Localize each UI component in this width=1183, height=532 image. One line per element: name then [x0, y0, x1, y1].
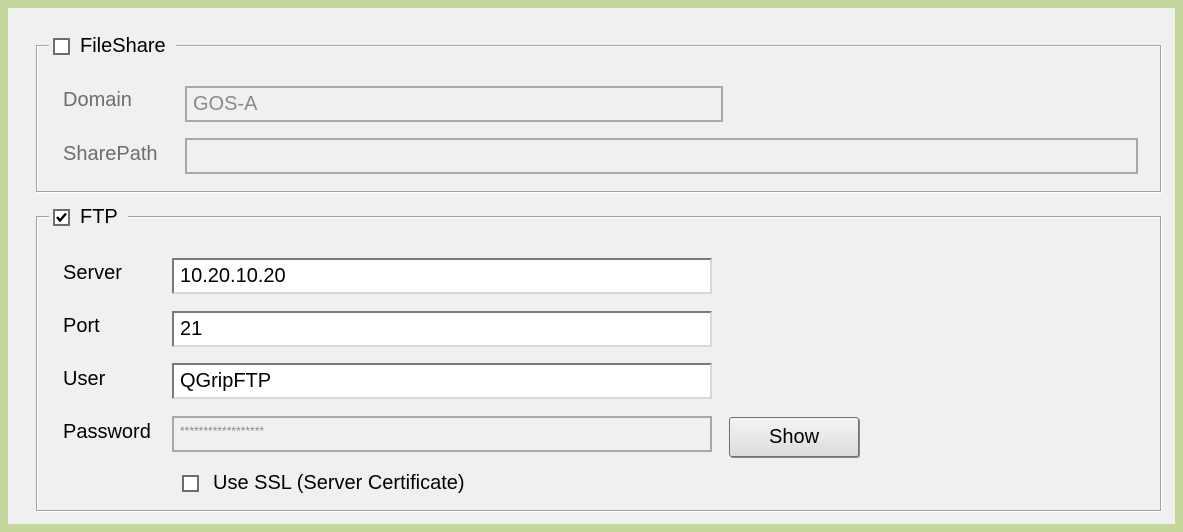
checkmark-icon: [56, 212, 67, 222]
server-label: Server: [63, 262, 122, 284]
fileshare-checkbox[interactable]: [53, 37, 70, 55]
fileshare-legend: FileShare: [49, 32, 176, 60]
server-field[interactable]: 10.20.10.20: [172, 258, 712, 294]
fileshare-title: FileShare: [80, 34, 166, 57]
domain-field[interactable]: GOS-A: [185, 86, 723, 122]
ftp-checkbox[interactable]: [53, 208, 70, 226]
user-label: User: [63, 368, 106, 390]
port-field[interactable]: 21: [172, 311, 712, 347]
ftp-title: FTP: [80, 205, 118, 228]
ssl-checkbox[interactable]: [182, 475, 199, 492]
ssl-label: Use SSL (Server Certificate): [213, 472, 465, 494]
password-label: Password: [63, 421, 151, 443]
ssl-option[interactable]: Use SSL (Server Certificate): [182, 472, 465, 495]
password-field[interactable]: ******************: [172, 416, 712, 452]
user-field[interactable]: QGripFTP: [172, 363, 712, 399]
ftp-legend: FTP: [49, 203, 128, 231]
sharepath-field[interactable]: [185, 138, 1138, 174]
fileshare-group: FileShare Domain GOS-A SharePath: [36, 32, 1161, 192]
domain-label: Domain: [63, 89, 132, 111]
settings-panel: FileShare Domain GOS-A SharePath FTP Ser…: [8, 8, 1175, 524]
ftp-group: FTP Server 10.20.10.20 Port 21 User QGri…: [36, 203, 1161, 511]
port-label: Port: [63, 315, 100, 337]
sharepath-label: SharePath: [63, 143, 158, 165]
show-password-button[interactable]: Show: [729, 417, 859, 457]
